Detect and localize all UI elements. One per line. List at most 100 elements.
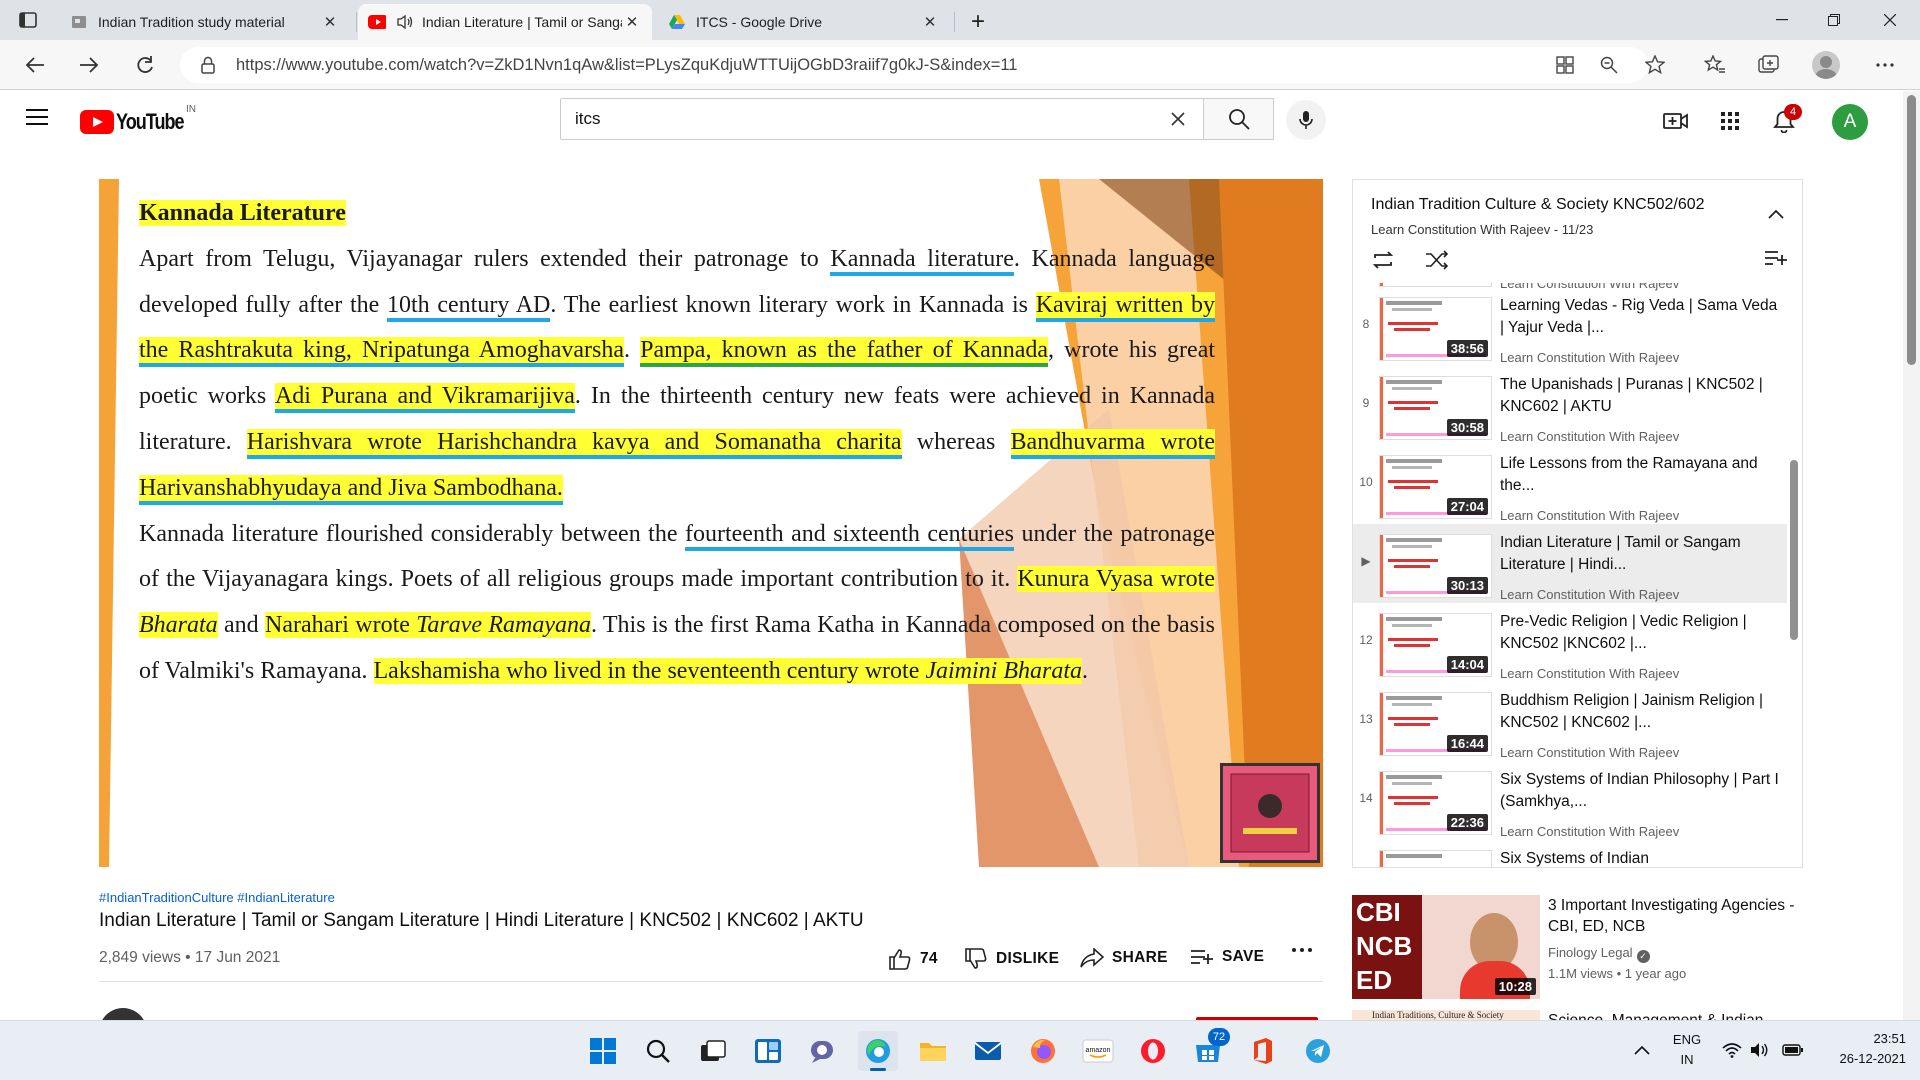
slide-highlighted-text: Kunura Vyasa wrote <box>1017 566 1215 593</box>
file-explorer-icon[interactable] <box>913 1031 953 1071</box>
show-hidden-icons-chevron[interactable] <box>1634 1020 1650 1080</box>
playlist-item-title: Six Systems of Indian Philosophy | Part … <box>1500 771 1779 810</box>
tab-indian-literature[interactable]: Indian Literature | Tamil or Sangam Lite… <box>358 4 652 40</box>
playlist-item-index: 10 <box>1359 475 1373 489</box>
firefox-icon[interactable] <box>1023 1031 1063 1071</box>
refresh-button[interactable] <box>128 48 162 82</box>
account-avatar[interactable]: A <box>1832 104 1868 140</box>
minimize-button[interactable] <box>1754 0 1810 40</box>
playlist-item[interactable]: 13 16:44 Buddhism Religion | Jainism Relig… <box>1353 682 1787 761</box>
tab-google-drive[interactable]: ITCS - Google Drive ✕ <box>658 4 950 40</box>
profile-avatar[interactable] <box>1812 51 1840 79</box>
close-window-button[interactable] <box>1862 0 1918 40</box>
tab-separator <box>356 12 357 32</box>
shuffle-icon[interactable] <box>1425 250 1449 275</box>
scrollbar-thumb[interactable] <box>1907 95 1916 365</box>
favorites-icon[interactable] <box>1698 48 1732 82</box>
thumbnail-text: ED <box>1356 965 1393 995</box>
apps-icon[interactable] <box>1548 48 1582 82</box>
video-duration: 27:04 <box>1446 498 1488 515</box>
menu-icon[interactable] <box>26 109 48 127</box>
amazon-icon[interactable]: amazon <box>1078 1031 1118 1071</box>
new-tab-button[interactable]: + <box>960 4 996 40</box>
thumbs-down-icon <box>965 948 987 969</box>
close-icon[interactable]: ✕ <box>920 12 940 32</box>
dislike-button[interactable]: DISLIKE <box>964 948 1059 970</box>
playlist-item[interactable]: 12 14:04 Pre-Vedic Religion | Vedic Religi… <box>1353 603 1787 682</box>
mail-icon[interactable] <box>968 1031 1008 1071</box>
collections-icon[interactable] <box>1752 48 1786 82</box>
region-code: IN <box>186 104 196 115</box>
speaker-icon[interactable] <box>396 13 414 31</box>
taskbar: amazon <box>0 1020 1920 1080</box>
more-options-icon[interactable] <box>1868 48 1902 82</box>
task-view-icon[interactable] <box>693 1031 733 1071</box>
edge-browser-icon[interactable] <box>858 1031 898 1071</box>
recommended-video[interactable]: CBI NCB ED 10:28 3 Important Investigati… <box>1352 893 1803 1005</box>
tab-study-material[interactable]: Indian Tradition study material ✕ <box>60 4 350 40</box>
playlist-item-channel: Learn Constitution With Rajeev <box>1500 745 1680 760</box>
teams-chat-icon[interactable] <box>803 1031 843 1071</box>
page-scrollbar[interactable] <box>1903 91 1920 1020</box>
playlist-item-index: 8 <box>1362 317 1370 331</box>
loop-playlist-icon[interactable] <box>1371 250 1395 275</box>
playlist-item[interactable]: 8 38:56 Learning Vedas - Rig Veda | Sama V… <box>1353 287 1787 366</box>
opera-icon[interactable] <box>1133 1031 1173 1071</box>
like-button[interactable]: 74 <box>888 948 938 970</box>
zoom-icon[interactable] <box>1592 48 1626 82</box>
create-video-icon[interactable] <box>1662 107 1690 135</box>
playlist-item[interactable]: 14 22:36 Six Systems of Indian Philosophy … <box>1353 761 1787 840</box>
video-hashtags[interactable]: #IndianTraditionCulture #IndianLiteratur… <box>99 890 335 905</box>
close-icon[interactable]: ✕ <box>622 12 642 32</box>
back-button[interactable] <box>18 48 52 82</box>
widgets-icon[interactable] <box>748 1031 788 1071</box>
url-field[interactable]: https://www.youtube.com/watch?v=ZkD1Nvn1… <box>180 47 1648 83</box>
playlist-item[interactable]: 10 27:04 Life Lessons from the Ramayana an… <box>1353 445 1787 524</box>
playlist-scrollbar[interactable] <box>1790 460 1798 640</box>
tab-actions-icon[interactable] <box>14 8 42 32</box>
save-label: SAVE <box>1222 948 1265 965</box>
save-button[interactable]: SAVE <box>1190 948 1264 966</box>
forward-button[interactable] <box>72 48 106 82</box>
volume-icon[interactable] <box>1750 1020 1770 1080</box>
playlist-title[interactable]: Indian Tradition Culture & Society KNC50… <box>1371 196 1705 214</box>
search-button[interactable] <box>1204 98 1274 140</box>
playlist-item-title: Indian Literature | Tamil or Sangam Lite… <box>1500 534 1741 573</box>
lock-icon[interactable] <box>200 56 216 79</box>
playlist-item-channel: Learn Constitution With Rajeev <box>1500 587 1680 602</box>
playlist-item-title: Six Systems of Indian <box>1500 850 1650 867</box>
video-player[interactable]: Kannada Literature Apart from Telugu, Vi… <box>99 179 1323 867</box>
language-indicator[interactable]: ENG IN <box>1668 1030 1706 1070</box>
close-icon[interactable]: ✕ <box>320 12 340 32</box>
office-icon[interactable] <box>1243 1031 1283 1071</box>
search-icon[interactable] <box>638 1031 678 1071</box>
voice-search-button[interactable] <box>1286 100 1326 140</box>
slide-highlighted-text: Pampa, known as the father of Kannada <box>640 337 1049 368</box>
playlist-items: Learn Constitution With Rajeev 8 38:56 Lea… <box>1353 283 1802 867</box>
youtube-logo[interactable]: YouTube IN <box>80 104 198 135</box>
share-button[interactable]: SHARE <box>1080 948 1168 968</box>
playlist-item-partial[interactable]: Six Systems of Indian <box>1353 840 1787 867</box>
maximize-button[interactable] <box>1806 0 1862 40</box>
search-icon <box>1228 109 1250 130</box>
playlist-item[interactable]: 9 30:58 The Upanishads | Puranas | KNC502 … <box>1353 366 1787 445</box>
wifi-icon[interactable] <box>1722 1020 1742 1080</box>
clock-date: 26-12-2021 <box>1839 1051 1907 1066</box>
apps-grid-icon[interactable] <box>1716 107 1744 135</box>
add-favorite-icon[interactable] <box>1638 48 1672 82</box>
collapse-playlist-icon[interactable] <box>1768 206 1784 224</box>
playlist-subtitle: Learn Constitution With Rajeev - 11/23 <box>1371 222 1594 237</box>
more-actions-icon[interactable] <box>1292 948 1320 952</box>
system-clock[interactable]: 23:51 26-12-2021 <box>1806 1029 1907 1069</box>
search-value: itcs <box>575 109 601 128</box>
search-input[interactable]: itcs <box>560 98 1204 140</box>
start-windows-icon[interactable] <box>583 1031 623 1071</box>
like-count: 74 <box>920 950 938 967</box>
clear-search-icon[interactable] <box>1168 109 1188 129</box>
playlist-header: Indian Tradition Culture & Society KNC50… <box>1353 180 1802 283</box>
telegram-icon[interactable] <box>1298 1031 1338 1071</box>
playlist-item-index: 12 <box>1359 633 1373 647</box>
battery-icon[interactable] <box>1782 1020 1804 1080</box>
playlist-item[interactable]: ▶ 30:13 Indian Literature | Tamil or Sanga… <box>1353 524 1787 603</box>
save-playlist-icon[interactable] <box>1764 250 1788 271</box>
